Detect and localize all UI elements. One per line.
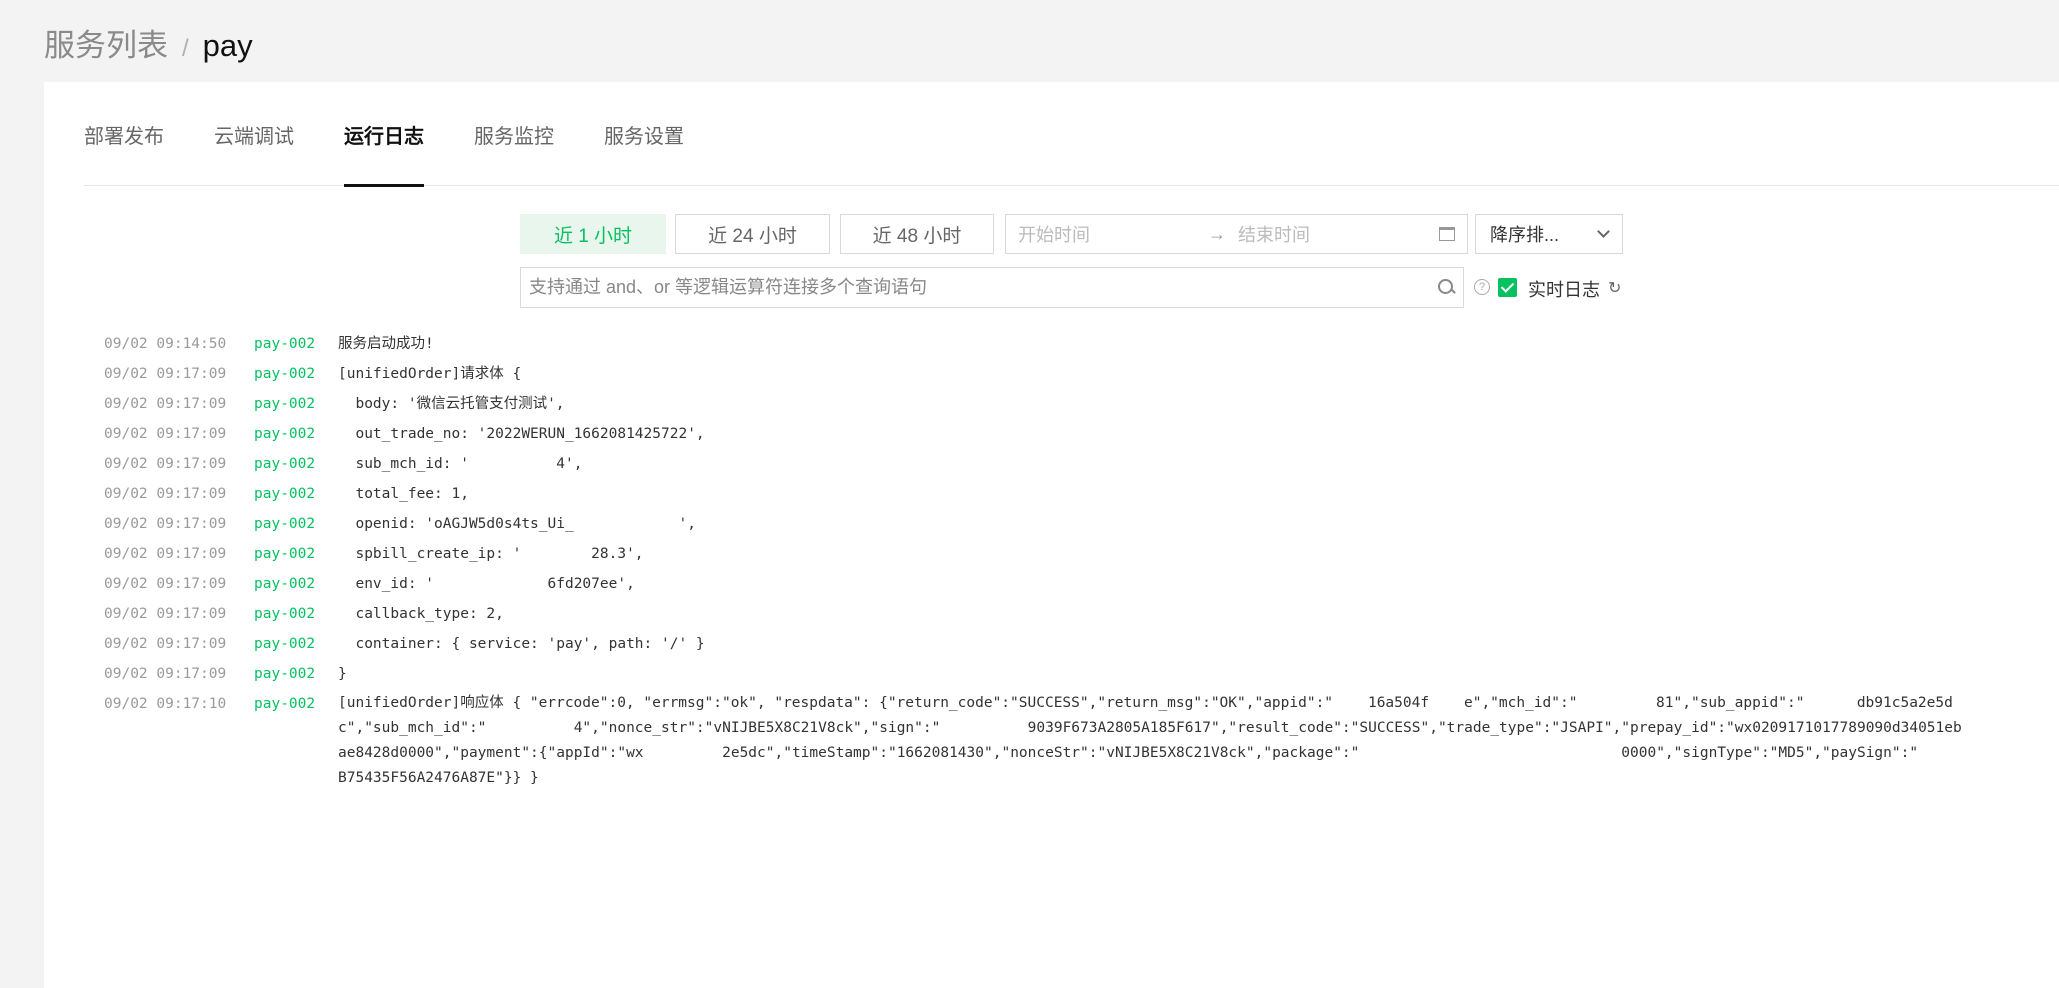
start-time-input[interactable]: 开始时间 — [1018, 221, 1208, 247]
log-timestamp: 09/02 09:17:09 — [104, 666, 227, 682]
log-service: pay-002 — [254, 546, 316, 562]
calendar-icon[interactable] — [1439, 227, 1455, 241]
log-timestamp: 09/02 09:17:09 — [104, 546, 227, 562]
log-search-box — [520, 267, 1464, 308]
range-arrow-icon: → — [1208, 223, 1226, 244]
log-service: pay-002 — [254, 696, 316, 712]
log-timestamp: 09/02 09:17:09 — [104, 366, 227, 382]
breadcrumb-service-list-link[interactable]: 服务列表 — [44, 20, 168, 65]
log-message: [unifiedOrder]响应体 { "errcode":0, "errmsg… — [338, 695, 2006, 786]
log-service: pay-002 — [254, 366, 316, 382]
log-timestamp: 09/02 09:17:09 — [104, 606, 227, 622]
log-service: pay-002 — [254, 666, 316, 682]
end-time-input[interactable]: 结束时间 — [1238, 221, 1439, 247]
log-service: pay-002 — [254, 396, 316, 412]
main-panel: 部署发布 云端调试 运行日志 服务监控 服务设置 近 1 小时 近 24 小时 … — [44, 82, 2059, 988]
log-timestamp: 09/02 09:17:09 — [104, 456, 227, 472]
log-service: pay-002 — [254, 516, 316, 532]
realtime-log-label[interactable]: 实时日志 — [1528, 276, 1600, 302]
sort-order-select[interactable]: 降序排... — [1475, 214, 1623, 254]
log-row: 09/02 09:17:10 pay-002 [unifiedOrder]响应体 {… — [104, 689, 2004, 791]
log-message: openid: 'oAGJW5d0s4ts_Ui_ ', — [338, 516, 696, 532]
log-row: 09/02 09:17:09 pay-002 [unifiedOrder]请求体 { — [104, 359, 2004, 389]
log-message: sub_mch_id: ' 4', — [338, 456, 583, 472]
help-icon[interactable]: ? — [1474, 279, 1490, 295]
tab-cloud-debug[interactable]: 云端调试 — [214, 82, 294, 186]
log-row: 09/02 09:17:09 pay-002 env_id: ' 6fd207ee… — [104, 569, 2004, 599]
tab-monitoring[interactable]: 服务监控 — [474, 82, 554, 186]
log-row: 09/02 09:17:09 pay-002 callback_type: 2, — [104, 599, 2004, 629]
chevron-down-icon — [1597, 225, 1610, 238]
log-timestamp: 09/02 09:14:50 — [104, 336, 227, 352]
log-row: 09/02 09:17:09 pay-002 total_fee: 1, — [104, 479, 2004, 509]
log-row: 09/02 09:17:09 pay-002 spbill_create_ip: … — [104, 539, 2004, 569]
log-list: 09/02 09:14:50 pay-002 服务启动成功! 09/02 09:17… — [104, 329, 2004, 791]
log-row: 09/02 09:17:09 pay-002 body: '微信云托管支付测试', — [104, 389, 2004, 419]
log-message: body: '微信云托管支付测试', — [338, 396, 565, 412]
log-message: [unifiedOrder]请求体 { — [338, 366, 522, 382]
tab-runtime-logs[interactable]: 运行日志 — [344, 82, 424, 187]
log-timestamp: 09/02 09:17:09 — [104, 396, 227, 412]
log-service: pay-002 — [254, 456, 316, 472]
sort-order-value: 降序排... — [1490, 225, 1560, 245]
log-timestamp: 09/02 09:17:10 — [104, 696, 227, 712]
range-24h-button[interactable]: 近 24 小时 — [675, 214, 830, 254]
tab-deploy[interactable]: 部署发布 — [84, 82, 164, 186]
range-1h-button[interactable]: 近 1 小时 — [520, 214, 666, 254]
log-search-input[interactable] — [529, 277, 1438, 298]
log-service: pay-002 — [254, 486, 316, 502]
log-message: callback_type: 2, — [338, 606, 504, 622]
log-service: pay-002 — [254, 336, 316, 352]
tab-bar: 部署发布 云端调试 运行日志 服务监控 服务设置 — [84, 82, 2059, 187]
realtime-log-checkbox[interactable] — [1498, 278, 1517, 297]
log-timestamp: 09/02 09:17:09 — [104, 426, 227, 442]
page-title: pay — [202, 28, 253, 63]
log-message: 服务启动成功! — [338, 336, 434, 352]
range-48h-button[interactable]: 近 48 小时 — [840, 214, 994, 254]
search-icon[interactable] — [1438, 279, 1455, 296]
log-message: total_fee: 1, — [338, 486, 469, 502]
log-service: pay-002 — [254, 426, 316, 442]
date-range-picker[interactable]: 开始时间 → 结束时间 — [1005, 214, 1468, 254]
log-timestamp: 09/02 09:17:09 — [104, 636, 227, 652]
log-row: 09/02 09:17:09 pay-002 sub_mch_id: ' 4', — [104, 449, 2004, 479]
log-row: 09/02 09:14:50 pay-002 服务启动成功! — [104, 329, 2004, 359]
breadcrumb: 服务列表 / pay — [44, 20, 253, 64]
log-timestamp: 09/02 09:17:09 — [104, 576, 227, 592]
log-message: container: { service: 'pay', path: '/' } — [338, 636, 705, 652]
log-service: pay-002 — [254, 576, 316, 592]
log-service: pay-002 — [254, 636, 316, 652]
tab-settings[interactable]: 服务设置 — [604, 82, 684, 186]
log-row: 09/02 09:17:09 pay-002} — [104, 659, 2004, 689]
log-message: out_trade_no: '2022WERUN_1662081425722', — [338, 426, 705, 442]
log-timestamp: 09/02 09:17:09 — [104, 486, 227, 502]
log-message: env_id: ' 6fd207ee', — [338, 576, 635, 592]
breadcrumb-separator: / — [182, 35, 189, 62]
log-row: 09/02 09:17:09 pay-002 out_trade_no: '202… — [104, 419, 2004, 449]
log-timestamp: 09/02 09:17:09 — [104, 516, 227, 532]
log-row: 09/02 09:17:09 pay-002 container: { servi… — [104, 629, 2004, 659]
log-message: } — [338, 666, 347, 682]
log-service: pay-002 — [254, 606, 316, 622]
log-message: spbill_create_ip: ' 28.3', — [338, 546, 644, 562]
log-row: 09/02 09:17:09 pay-002 openid: 'oAGJW5d0s… — [104, 509, 2004, 539]
refresh-icon[interactable]: ↻ — [1608, 281, 1624, 297]
